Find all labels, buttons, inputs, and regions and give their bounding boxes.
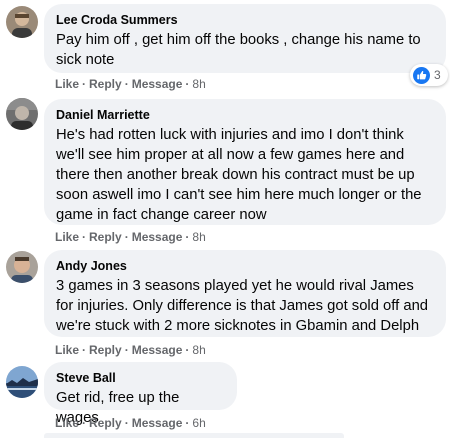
comment-bubble: Steve Ball Get rid, free up the wages [44,362,237,426]
comment-bubble: Daniel Marriette He's had rotten luck wi… [44,99,446,225]
reaction-count: 3 [434,68,441,82]
avatar-photo-icon [6,98,38,130]
separator-dot: · [124,77,129,91]
separator-dot: · [185,77,190,91]
like-link[interactable]: Like [55,77,79,91]
like-link[interactable]: Like [55,343,79,357]
separator-dot: · [185,416,190,430]
reply-link[interactable]: Reply [89,77,122,91]
comment-timestamp[interactable]: 8h [192,343,205,357]
separator-dot: · [82,77,87,91]
separator-dot: · [124,230,129,244]
separator-dot: · [124,416,129,430]
separator-dot: · [185,230,190,244]
message-link[interactable]: Message [132,230,183,244]
comment-text: 3 games in 3 seasons played yet he would… [56,278,429,334]
separator-dot: · [82,343,87,357]
comment-actions: Like · Reply · Message · 6h [55,415,206,431]
avatar[interactable] [6,6,38,38]
separator-dot: · [185,343,190,357]
reply-link[interactable]: Reply [89,343,122,357]
avatar-photo-icon [6,6,38,38]
reply-link[interactable]: Reply [89,416,122,430]
comment-bubble: Lee Croda Summers Pay him off , get him … [44,4,446,73]
message-link[interactable]: Message [132,343,183,357]
comment-timestamp[interactable]: 8h [192,77,205,91]
comment-author[interactable]: Steve Ball [56,370,225,386]
separator-dot: · [82,416,87,430]
avatar[interactable] [6,98,38,130]
comment-actions: Like · Reply · Message · 8h [55,229,206,245]
avatar-photo-icon [6,366,38,398]
message-link[interactable]: Message [132,77,183,91]
avatar[interactable] [6,251,38,283]
next-comment-edge [44,433,344,438]
comment-text: Pay him off , get him off the books , ch… [56,32,421,68]
comment-author[interactable]: Daniel Marriette [56,107,434,123]
separator-dot: · [124,343,129,357]
like-icon [413,66,430,84]
reaction-summary[interactable]: 3 [410,64,448,86]
message-link[interactable]: Message [132,416,183,430]
like-link[interactable]: Like [55,230,79,244]
avatar[interactable] [6,366,38,398]
comment-author[interactable]: Lee Croda Summers [56,12,434,28]
reply-link[interactable]: Reply [89,230,122,244]
like-link[interactable]: Like [55,416,79,430]
comment-text: He's had rotten luck with injuries and i… [56,127,422,223]
comment-author[interactable]: Andy Jones [56,258,434,274]
separator-dot: · [82,230,87,244]
comment-timestamp[interactable]: 6h [192,416,205,430]
comment-bubble: Andy Jones 3 games in 3 seasons played y… [44,250,446,337]
avatar-photo-icon [6,251,38,283]
comment-actions: Like · Reply · Message · 8h [55,342,206,358]
comment-actions: Like · Reply · Message · 8h [55,76,206,92]
comment-timestamp[interactable]: 8h [192,230,205,244]
